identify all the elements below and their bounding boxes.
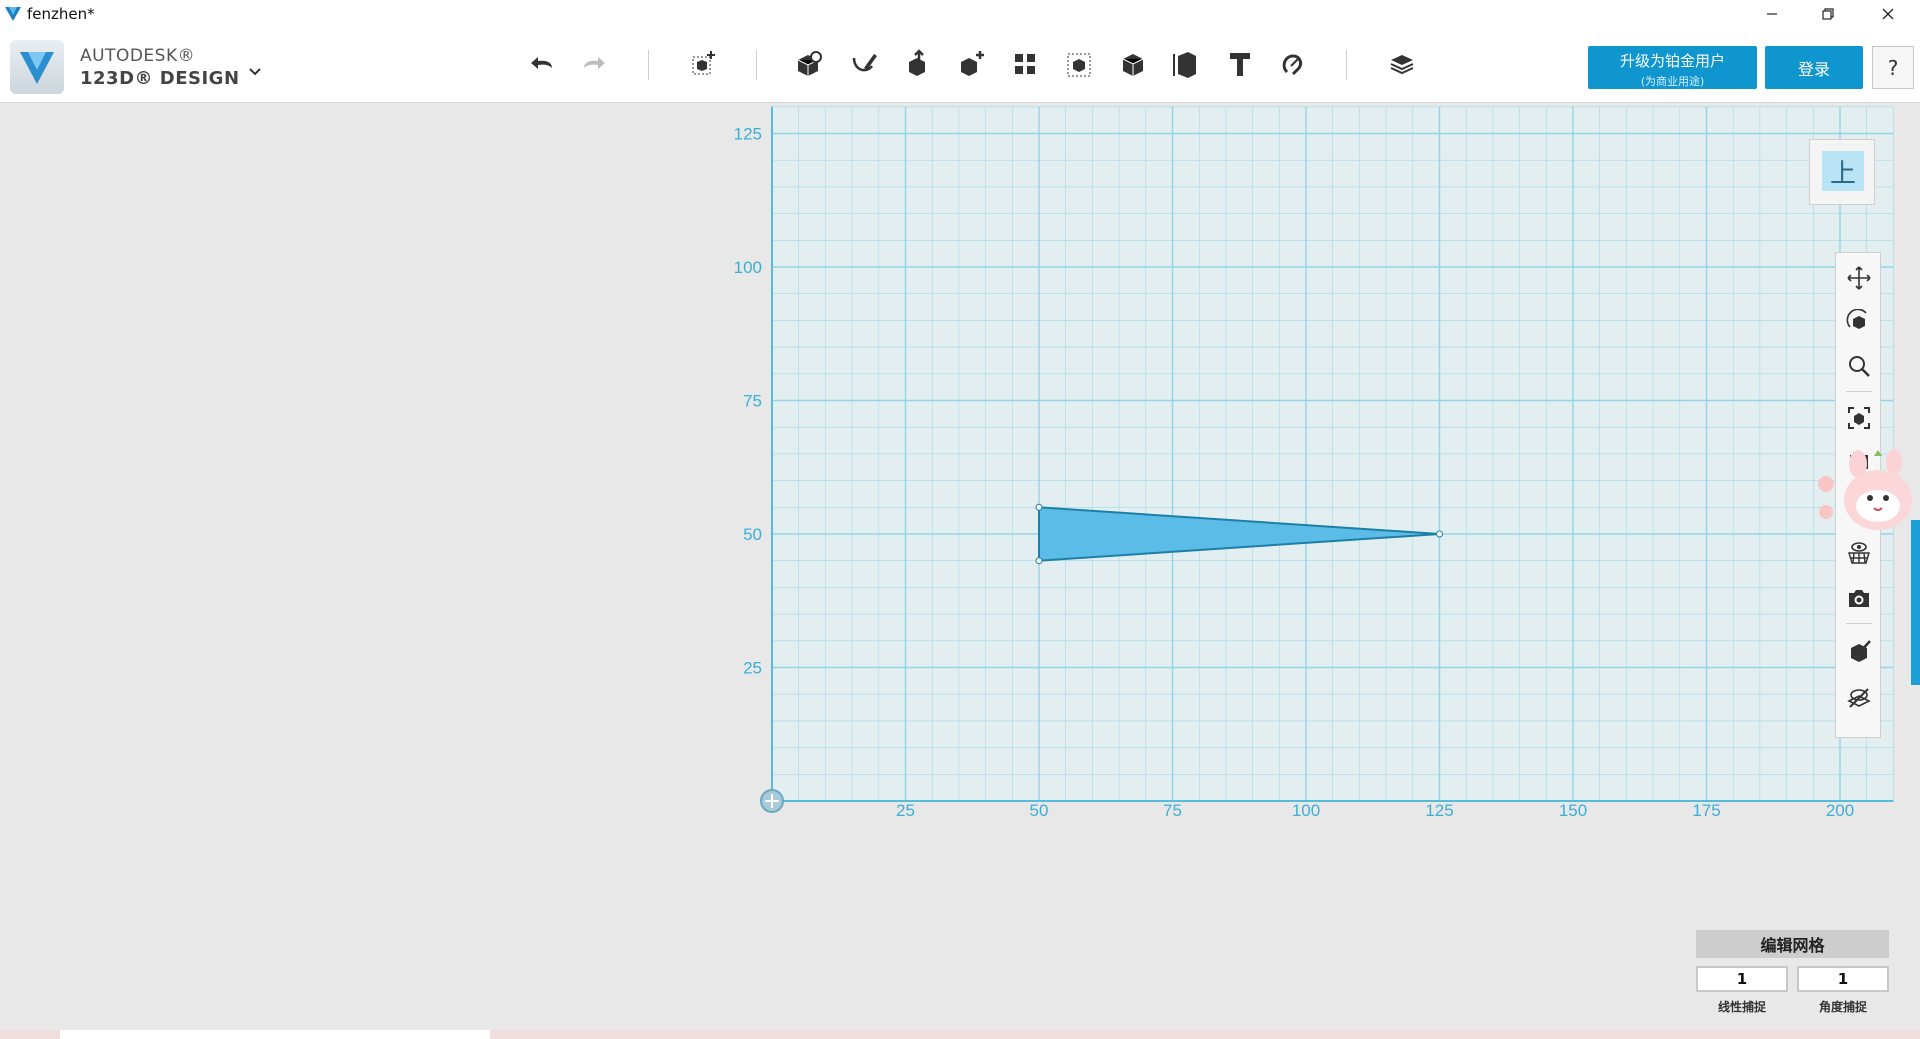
upgrade-button[interactable]: 升级为铂金用户 (为商业用途): [1588, 46, 1757, 89]
panel-edge-tab[interactable]: [1911, 520, 1920, 685]
snap-button[interactable]: [1271, 42, 1315, 86]
visibility-icon: [1847, 688, 1871, 708]
undo-button[interactable]: [520, 42, 564, 86]
y-tick-label: 75: [743, 392, 762, 411]
edit-grid-button[interactable]: 编辑网格: [1696, 930, 1889, 958]
linear-snap-label: 线性捕捉: [1717, 1000, 1766, 1014]
primitives-icon: [797, 51, 822, 76]
text-icon: [1230, 53, 1250, 76]
main-toolbar: AUTODESK® 123D® DESIGN 升级为铂金用户 (为商业用途) 登…: [0, 28, 1920, 103]
app-logo[interactable]: [10, 40, 64, 94]
measure-button[interactable]: [1164, 42, 1208, 86]
y-tick-label: 125: [734, 125, 762, 144]
close-icon: [1882, 8, 1894, 20]
transform-button[interactable]: [681, 42, 725, 86]
login-button[interactable]: 登录: [1765, 46, 1863, 89]
sketch-vertex[interactable]: [1436, 530, 1443, 538]
transform-icon: [692, 51, 715, 75]
linear-snap-input[interactable]: 1: [1696, 966, 1788, 992]
x-tick-label: 25: [896, 801, 915, 820]
pan-button[interactable]: [1844, 263, 1874, 293]
zoom-button[interactable]: [1844, 351, 1874, 381]
measure-icon: [1173, 52, 1196, 78]
help-button[interactable]: ?: [1872, 46, 1914, 89]
redo-icon: [584, 57, 605, 69]
redo-button[interactable]: [572, 42, 616, 86]
grouping-button[interactable]: [1057, 42, 1101, 86]
brand-product: 123D® DESIGN: [80, 68, 240, 89]
material-icon: [1390, 55, 1414, 75]
window-title: fenzhen*: [27, 5, 95, 23]
close-button[interactable]: [1860, 0, 1916, 28]
text-button[interactable]: [1218, 42, 1262, 86]
fit-button[interactable]: [1844, 403, 1874, 433]
camera-icon: [1849, 590, 1869, 607]
y-tick-label: 100: [734, 258, 762, 277]
x-tick-label: 200: [1826, 801, 1854, 820]
orbit-button[interactable]: [1844, 307, 1874, 337]
brand-company: AUTODESK®: [80, 46, 196, 66]
camera-button[interactable]: [1844, 583, 1874, 613]
sketch-vertex[interactable]: [1035, 503, 1043, 511]
sketch-button[interactable]: [842, 42, 886, 86]
pattern-button[interactable]: [1003, 42, 1047, 86]
taskbar-input-area: [60, 1030, 490, 1039]
restore-icon: [1822, 8, 1834, 20]
chevron-down-icon[interactable]: [246, 62, 264, 80]
sketch-vertex[interactable]: [1035, 557, 1043, 565]
grouping-icon: [1067, 53, 1091, 77]
origin-marker[interactable]: [760, 789, 784, 813]
primitives-button[interactable]: [787, 42, 831, 86]
construct-icon: [909, 49, 925, 76]
x-tick-label: 75: [1163, 801, 1182, 820]
minimize-button[interactable]: [1744, 0, 1800, 28]
undo-icon: [531, 57, 552, 69]
upgrade-sublabel: (为商业用途): [1640, 75, 1705, 88]
zoom-icon: [1849, 356, 1870, 377]
material-button[interactable]: [1380, 42, 1424, 86]
angle-snap-label: 角度捕捉: [1818, 1000, 1867, 1014]
x-tick-label: 175: [1692, 801, 1720, 820]
edit-grid-panel: 编辑网格 1 1 线性捕捉 角度捕捉: [1696, 930, 1889, 1014]
grid-lines: [772, 106, 1894, 802]
app-logo-icon: [5, 7, 21, 21]
window-title-bar: fenzhen*: [0, 0, 1920, 28]
app-logo-icon: [20, 52, 54, 84]
pattern-icon: [1015, 54, 1035, 74]
modify-button[interactable]: [950, 42, 994, 86]
y-tick-label: 50: [743, 525, 762, 544]
fit-icon: [1848, 407, 1870, 429]
view-cube[interactable]: 上: [1809, 139, 1875, 205]
grid-canvas[interactable]: 25 50 75 100 125 150 175 200 125 100 75 50 25: [0, 102, 1920, 1032]
materials-shading-button[interactable]: [1844, 636, 1874, 666]
combine-button[interactable]: [1111, 42, 1155, 86]
combine-icon: [1122, 54, 1144, 76]
restore-button[interactable]: [1800, 0, 1856, 28]
x-tick-label: 100: [1292, 801, 1320, 820]
bunny-sticker-icon: [1818, 449, 1912, 530]
materials-shading-icon: [1851, 640, 1871, 662]
orbit-icon: [1846, 309, 1867, 329]
sketch-icon: [852, 54, 877, 72]
x-tick-label: 125: [1425, 801, 1453, 820]
upgrade-label: 升级为铂金用户: [1619, 52, 1725, 70]
angle-snap-input[interactable]: 1: [1797, 966, 1889, 992]
visibility-button[interactable]: [1844, 683, 1874, 713]
minimize-icon: [1767, 13, 1777, 15]
view-cube-top-face[interactable]: 上: [1822, 151, 1864, 191]
pan-icon: [1847, 266, 1871, 290]
construct-button[interactable]: [896, 42, 940, 86]
snap-icon: [1282, 54, 1303, 76]
y-tick-label: 25: [743, 659, 762, 678]
modify-icon: [961, 51, 984, 76]
x-tick-label: 50: [1030, 801, 1049, 820]
x-tick-label: 150: [1559, 801, 1587, 820]
